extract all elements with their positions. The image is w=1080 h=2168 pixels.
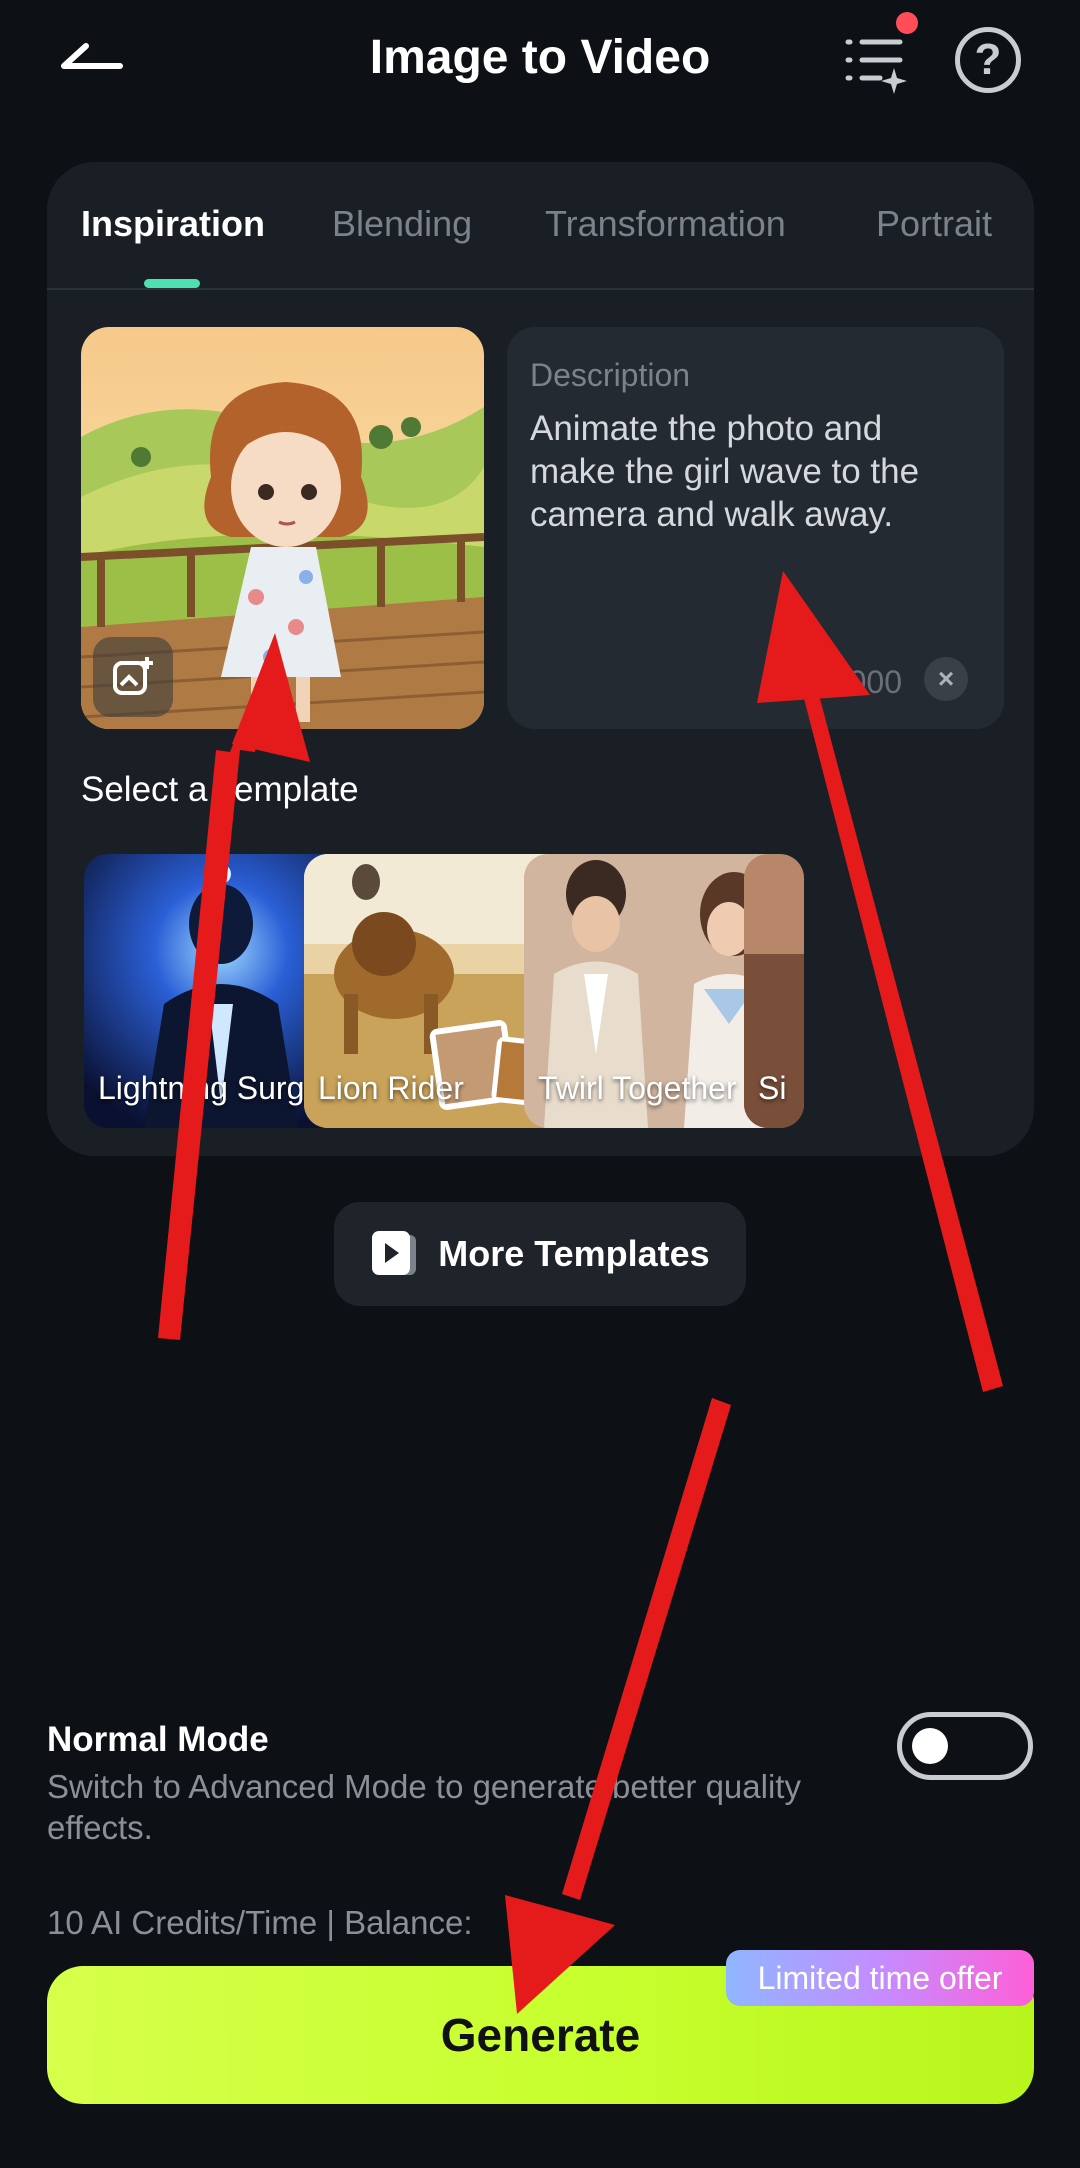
credits-info: 10 AI Credits/Time | Balance: <box>47 1904 473 1941</box>
task-list-sparkle-icon <box>845 39 907 94</box>
notification-dot <box>896 12 918 34</box>
mode-title: Normal Mode <box>47 1720 269 1759</box>
more-templates-button[interactable]: More Templates <box>334 1202 746 1306</box>
task-list-button[interactable] <box>836 22 916 102</box>
tab-portrait[interactable]: Portrait <box>876 202 992 246</box>
uploaded-photo[interactable] <box>81 327 484 729</box>
category-tabs: Inspiration Blending Transformation Port… <box>47 162 1034 290</box>
description-text[interactable]: Animate the photo and make the girl wave… <box>530 407 970 536</box>
question-mark-icon: ? <box>974 35 1002 84</box>
limited-offer-badge: Limited time offer <box>726 1950 1034 2006</box>
generate-label: Generate <box>440 2009 641 2061</box>
generation-card: Inspiration Blending Transformation Port… <box>47 162 1034 1156</box>
description-input[interactable]: Description Animate the photo and make t… <box>507 327 1004 729</box>
template-label: Lion Rider <box>318 1070 464 1106</box>
description-label: Description <box>530 357 691 393</box>
tab-blending[interactable]: Blending <box>332 202 472 246</box>
more-templates-label: More Templates <box>438 1233 710 1274</box>
replace-photo-button[interactable] <box>93 637 173 717</box>
template-label: Si <box>758 1070 787 1106</box>
tab-transformation[interactable]: Transformation <box>545 202 786 246</box>
page-title: Image to Video <box>369 31 711 84</box>
image-add-icon <box>113 657 153 695</box>
active-tab-indicator <box>144 279 200 288</box>
mode-description: Switch to Advanced Mode to generate bett… <box>47 1768 801 1846</box>
template-label: Lightning Surge <box>98 1070 323 1106</box>
character-count: 1000 <box>830 664 902 700</box>
close-icon: × <box>937 663 955 694</box>
toggle-knob <box>912 1728 948 1764</box>
select-template-title: Select a Template <box>81 770 359 809</box>
help-button[interactable]: ? <box>955 27 1021 93</box>
top-bar: Image to Video ? <box>0 0 1080 120</box>
tab-inspiration[interactable]: Inspiration <box>81 202 265 246</box>
advanced-mode-toggle[interactable] <box>897 1712 1033 1780</box>
template-card-partial[interactable]: Si <box>744 854 804 1128</box>
clear-description-button[interactable]: × <box>924 657 968 701</box>
template-label: Twirl Together <box>538 1070 737 1106</box>
video-template-icon <box>372 1231 417 1275</box>
